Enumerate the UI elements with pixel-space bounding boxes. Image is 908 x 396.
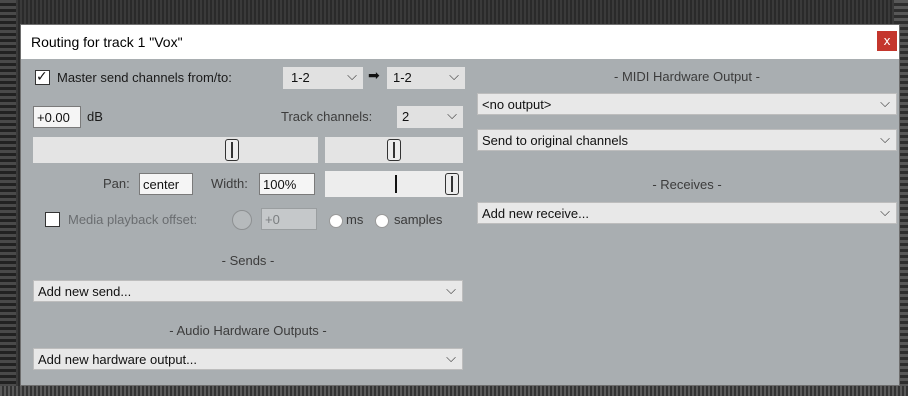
- volume-slider-thumb[interactable]: [225, 139, 239, 161]
- add-hw-output-value: Add new hardware output...: [38, 352, 197, 367]
- chevron-down-icon: ⌵: [880, 96, 890, 111]
- track-strip-left: [0, 0, 16, 396]
- chevron-down-icon: ⌵: [449, 69, 459, 84]
- master-send-from-select[interactable]: 1-2 ⌵: [283, 67, 363, 89]
- master-send-to-select[interactable]: 1-2 ⌵: [387, 67, 465, 89]
- check-icon: ✓: [36, 69, 48, 85]
- window-title: Routing for track 1 "Vox": [31, 34, 183, 50]
- width-input[interactable]: 100%: [259, 173, 315, 195]
- volume-slider[interactable]: [33, 137, 318, 163]
- add-receive-select[interactable]: Add new receive... ⌵: [477, 202, 897, 224]
- volume-value: +0.00: [37, 110, 70, 125]
- sends-header: - Sends -: [221, 253, 275, 268]
- track-channels-value: 2: [402, 109, 410, 124]
- master-send-from-value: 1-2: [291, 70, 310, 85]
- samples-label: samples: [394, 212, 443, 227]
- close-icon: x: [883, 34, 891, 48]
- chevron-down-icon: ⌵: [446, 351, 456, 366]
- midi-output-value: <no output>: [482, 97, 552, 112]
- midi-channels-select[interactable]: Send to original channels ⌵: [477, 129, 897, 151]
- track-channels-label: Track channels:: [281, 109, 373, 124]
- media-offset-input[interactable]: +0: [261, 208, 317, 230]
- chevron-down-icon: ⌵: [447, 108, 457, 123]
- chevron-down-icon: ⌵: [880, 205, 890, 220]
- media-offset-checkbox[interactable]: [45, 212, 60, 227]
- track-channels-select[interactable]: 2 ⌵: [397, 106, 463, 128]
- media-offset-label: Media playback offset:: [68, 212, 198, 227]
- add-receive-value: Add new receive...: [482, 206, 589, 221]
- ms-radio[interactable]: [329, 214, 343, 228]
- master-send-checkbox[interactable]: ✓: [35, 69, 50, 85]
- width-center-mark: [395, 175, 397, 193]
- width-slider-thumb[interactable]: [445, 173, 459, 195]
- chevron-down-icon: ⌵: [446, 283, 456, 298]
- title-bar[interactable]: Routing for track 1 "Vox" x: [21, 25, 899, 59]
- width-label: Width:: [211, 176, 248, 191]
- audio-hw-header: - Audio Hardware Outputs -: [169, 323, 327, 338]
- routing-window: Routing for track 1 "Vox" x ✓ Master sen…: [20, 24, 900, 386]
- midi-hw-header: - MIDI Hardware Output -: [614, 69, 760, 84]
- width-slider[interactable]: [325, 171, 463, 197]
- add-send-value: Add new send...: [38, 284, 132, 299]
- track-strip-bottom: [0, 386, 908, 396]
- receives-header: - Receives -: [652, 177, 722, 192]
- width-value: 100%: [263, 177, 297, 192]
- ms-label: ms: [346, 212, 364, 227]
- samples-radio[interactable]: [375, 214, 389, 228]
- master-send-label: Master send channels from/to:: [57, 70, 232, 85]
- volume-input[interactable]: +0.00: [33, 106, 81, 128]
- pan-input[interactable]: center: [139, 173, 193, 195]
- volume-unit: dB: [87, 109, 103, 124]
- midi-channels-value: Send to original channels: [482, 133, 628, 148]
- right-arrow-icon: ➡: [368, 68, 380, 84]
- media-offset-value: +0: [265, 212, 280, 227]
- chevron-down-icon: ⌵: [347, 69, 357, 84]
- pan-value: center: [143, 177, 180, 192]
- add-hw-output-select[interactable]: Add new hardware output... ⌵: [33, 348, 463, 370]
- close-button[interactable]: x: [877, 31, 897, 51]
- pan-slider-thumb[interactable]: [387, 139, 401, 161]
- pan-slider[interactable]: [325, 137, 463, 163]
- master-send-to-value: 1-2: [393, 70, 412, 85]
- pan-label: Pan:: [103, 176, 130, 191]
- media-offset-knob[interactable]: [232, 210, 252, 230]
- chevron-down-icon: ⌵: [880, 132, 890, 147]
- midi-output-select[interactable]: <no output> ⌵: [477, 93, 897, 115]
- add-send-select[interactable]: Add new send... ⌵: [33, 280, 463, 302]
